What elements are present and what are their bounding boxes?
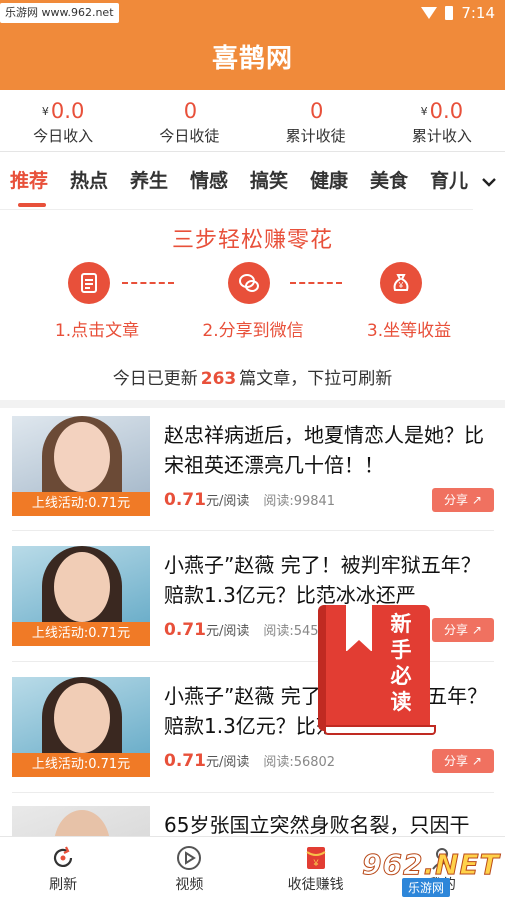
share-icon: ↗ — [471, 754, 482, 768]
article-meta: 0.71元/阅读 阅读:99841 — [164, 490, 336, 510]
nav-refresh[interactable]: 刷新 — [0, 837, 126, 900]
wifi-icon — [421, 7, 438, 19]
step-2-label: 2.分享到微信 — [202, 321, 304, 341]
newbie-label: 新手必读 — [390, 612, 412, 714]
money-bag-icon: ¥ — [380, 262, 422, 304]
stat-today-income[interactable]: ¥0.0 今日收入 — [0, 90, 126, 151]
promo-tag: 上线活动:0.71元 — [12, 753, 150, 777]
site-logo: 962.NET 乐游网 — [361, 848, 500, 897]
divider — [12, 792, 494, 793]
earnings-stats: ¥0.0 今日收入 0 今日收徒 0 累计收徒 ¥0.0 累计收入 — [0, 90, 505, 152]
update-count: 263 — [200, 369, 237, 389]
promo-title: 三步轻松赚零花 — [171, 228, 333, 253]
step-1-label: 1.点击文章 — [54, 321, 140, 341]
tab-funny[interactable]: 搞笑 — [250, 155, 310, 210]
update-notice: 今日已更新 263 篇文章，下拉可刷新 — [112, 369, 393, 389]
nav-video[interactable]: 视频 — [126, 837, 252, 900]
tab-parenting[interactable]: 育儿 — [430, 155, 470, 210]
bookmark-icon — [346, 605, 372, 652]
app-title: 喜鹊网 — [211, 44, 293, 74]
tab-food[interactable]: 美食 — [370, 155, 430, 210]
article-thumbnail: 上线活动:0.71元 — [12, 416, 150, 516]
status-bar: 乐游网 www.962.net 7:14 — [0, 0, 505, 28]
tab-health-care[interactable]: 养生 — [130, 155, 190, 210]
article-title[interactable]: 65岁张国立突然身败名裂，只因干 — [164, 810, 494, 836]
share-button[interactable]: 分享 ↗ — [432, 749, 494, 773]
step-connector — [122, 282, 174, 284]
share-icon: ↗ — [471, 493, 482, 507]
promo-tag: 上线活动:0.71元 — [12, 622, 150, 646]
app-header: 喜鹊网 — [0, 28, 505, 90]
article-item[interactable]: 上线活动:0.71元 赵忠祥病逝后，地夏情恋人是她？比宋祖英还漂亮几十倍！！ 0… — [12, 416, 494, 534]
article-title[interactable]: 赵忠祥病逝后，地夏情恋人是她？比宋祖英还漂亮几十倍！！ — [164, 420, 494, 482]
nav-label: 视频 — [175, 877, 204, 893]
stat-value: ¥0.0 — [420, 99, 464, 123]
watermark: 乐游网 www.962.net — [0, 3, 119, 23]
status-icons: 7:14 — [421, 4, 495, 22]
nav-recruit[interactable]: ¥ 收徒赚钱 — [253, 837, 379, 900]
article-title[interactable]: 小燕子”赵薇 完了！被判牢狱五年？赔款1.3亿元？比范冰冰还严 — [164, 550, 494, 612]
red-envelope-icon: ¥ — [306, 847, 326, 869]
stat-label: 今日收入 — [33, 127, 94, 145]
stat-label: 今日收徒 — [159, 127, 220, 145]
section-separator — [0, 400, 505, 408]
share-icon: ↗ — [471, 623, 482, 637]
step-3-label: 3.坐等收益 — [366, 321, 452, 341]
refresh-icon — [54, 846, 73, 867]
step-connector — [290, 282, 342, 284]
divider — [12, 530, 494, 531]
nav-label: 刷新 — [49, 877, 78, 893]
stat-total-apprentices[interactable]: 0 累计收徒 — [253, 90, 379, 151]
stat-value: 0 — [183, 99, 198, 123]
article-thumbnail — [12, 806, 150, 836]
promo-tag: 上线活动:0.71元 — [12, 492, 150, 516]
book-icon: 新手必读 — [318, 605, 430, 731]
tab-recommend[interactable]: 推荐 — [10, 155, 70, 210]
stat-label: 累计收入 — [411, 127, 472, 145]
svg-text:¥: ¥ — [398, 281, 404, 290]
tab-hot[interactable]: 热点 — [70, 155, 130, 210]
article-thumbnail: 上线活动:0.71元 — [12, 546, 150, 646]
article-meta: 0.71元/阅读 阅读:56802 — [164, 751, 336, 771]
wechat-icon — [228, 262, 270, 304]
tab-health[interactable]: 健康 — [310, 155, 370, 210]
play-icon — [177, 846, 202, 870]
battery-icon — [445, 6, 454, 20]
tab-list: 推荐 热点 养生 情感 搞笑 健康 美食 育儿 — [0, 155, 470, 210]
chevron-down-icon[interactable] — [473, 155, 505, 210]
status-time: 7:14 — [461, 4, 495, 22]
book-pages — [324, 725, 436, 735]
article-icon — [68, 262, 110, 304]
stat-today-apprentices[interactable]: 0 今日收徒 — [126, 90, 252, 151]
svg-text:¥: ¥ — [312, 858, 319, 868]
article-meta: 0.71元/阅读 阅读:545 — [164, 620, 319, 640]
stat-value: ¥0.0 — [41, 99, 85, 123]
newbie-guide-button[interactable]: 新手必读 — [318, 605, 436, 735]
share-button[interactable]: 分享 ↗ — [432, 618, 494, 642]
tab-emotion[interactable]: 情感 — [190, 155, 250, 210]
article-thumbnail: 上线活动:0.71元 — [12, 677, 150, 777]
nav-label: 收徒赚钱 — [287, 877, 344, 893]
article-item[interactable]: 65岁张国立突然身败名裂，只因干 — [12, 806, 494, 836]
stat-total-income[interactable]: ¥0.0 累计收入 — [379, 90, 505, 151]
share-button[interactable]: 分享 ↗ — [432, 488, 494, 512]
active-tab-indicator — [18, 203, 46, 207]
stat-value: 0 — [309, 99, 324, 123]
stat-label: 累计收徒 — [285, 127, 346, 145]
category-tabs: 推荐 热点 养生 情感 搞笑 健康 美食 育儿 — [0, 155, 505, 210]
